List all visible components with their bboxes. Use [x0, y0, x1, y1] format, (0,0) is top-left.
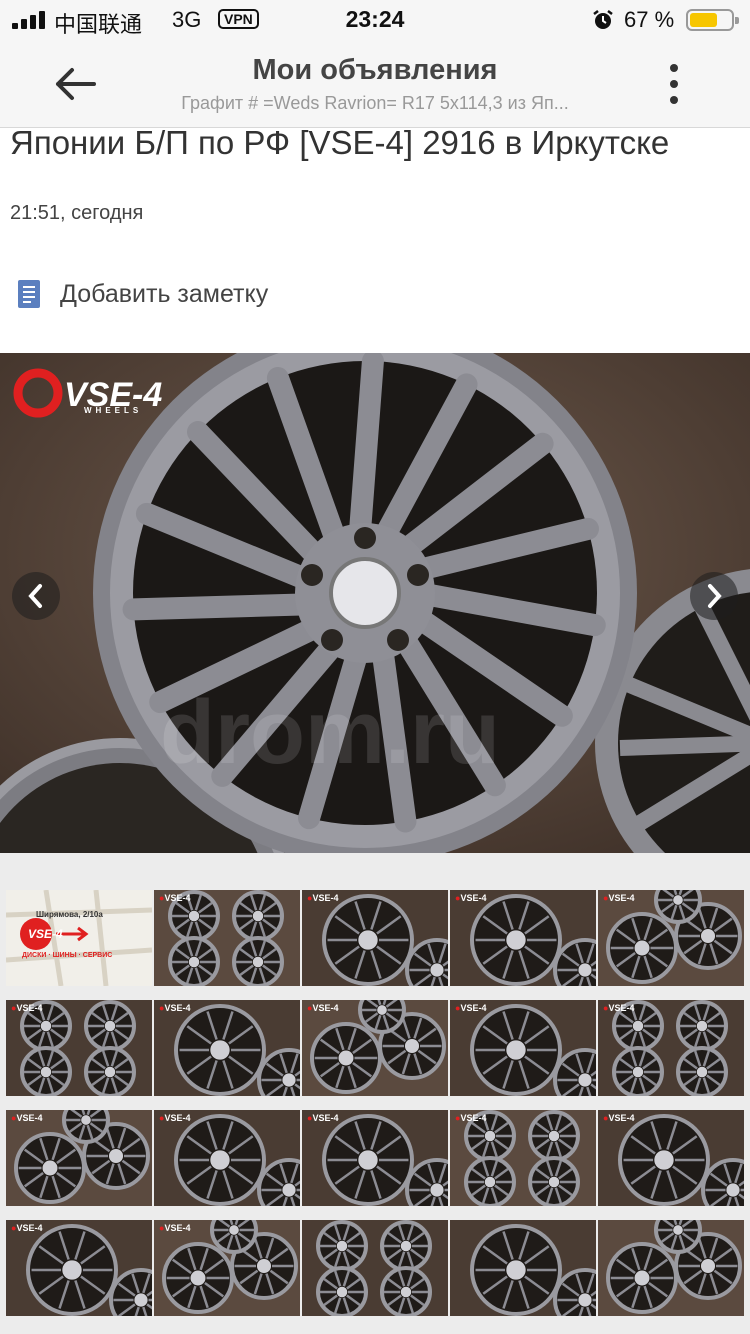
thumbnail-logo: ●VSE-4 — [11, 1003, 43, 1013]
main-photo[interactable]: drom.ru VSE-4 WHEELS — [0, 353, 750, 853]
thumbnail-logo: ●VSE-4 — [455, 1113, 487, 1123]
listing-posted-time: 21:51, сегодня — [10, 202, 144, 224]
alarm-clock-icon — [593, 10, 613, 29]
chevron-left-icon — [28, 584, 42, 608]
gallery-thumbnail[interactable]: ●VSE-4 — [6, 1220, 152, 1316]
page-subtitle: Графит # =Weds Ravrion= R17 5x114,3 из Я… — [181, 93, 569, 113]
status-bar: 中国联通 3G VPN 23:24 67 % — [0, 0, 750, 40]
map-caption: ДИСКИ · ШИНЫ · СЕРВИС — [22, 952, 113, 959]
gallery-thumbnail[interactable]: ●VSE-4 — [302, 890, 448, 986]
gallery-thumbnail[interactable]: ●VSE-4 — [302, 1110, 448, 1206]
svg-text:WHEELS: WHEELS — [84, 406, 142, 415]
thumbnail-logo: ●VSE-4 — [455, 1003, 487, 1013]
page-title: Мои объявления — [252, 54, 498, 86]
next-photo-button[interactable] — [690, 572, 738, 620]
add-note-label: Добавить заметку — [60, 279, 269, 308]
gallery-thumbnail[interactable]: ●VSE-4 — [450, 1000, 596, 1096]
map-logo: VSE-4 — [28, 927, 63, 941]
thumbnail-logo: ●VSE-4 — [11, 1113, 43, 1123]
note-icon — [18, 280, 40, 308]
gallery-thumbnail[interactable] — [450, 1220, 596, 1316]
gallery-thumbnail[interactable]: ●VSE-4 — [598, 1000, 744, 1096]
chevron-right-icon — [708, 584, 722, 608]
thumbnail-logo: ●VSE-4 — [159, 1223, 191, 1233]
listing-title: Японии Б/П по РФ [VSE-4] 2916 в Иркутске — [10, 124, 670, 161]
gallery-thumbnail[interactable]: ●VSE-4 — [154, 1110, 300, 1206]
gallery-thumbnail[interactable]: ●VSE-4 — [154, 1220, 300, 1316]
arrow-left-icon[interactable] — [48, 62, 104, 106]
thumbnail-logo: ●VSE-4 — [603, 893, 635, 903]
thumbnail-logo: ●VSE-4 — [159, 893, 191, 903]
map-street-label: Ширямова, 2/10а — [36, 910, 103, 919]
gallery-thumbnail[interactable] — [598, 1220, 744, 1316]
thumbnail-logo: ●VSE-4 — [11, 1223, 43, 1233]
gallery-thumbnail[interactable]: ●VSE-4 — [6, 1110, 152, 1206]
gallery-thumbnail[interactable]: ●VSE-4 — [154, 890, 300, 986]
thumbnail-logo: ●VSE-4 — [307, 893, 339, 903]
gallery-thumbnail[interactable]: ●VSE-4 — [154, 1000, 300, 1096]
add-note-button[interactable]: Добавить заметку — [16, 276, 268, 312]
app-header: Мои объявления Графит # =Weds Ravrion= R… — [0, 40, 750, 128]
wheel-spoke — [122, 593, 318, 621]
thumbnail-logo: ●VSE-4 — [159, 1113, 191, 1123]
thumbnail-logo: ●VSE-4 — [307, 1003, 339, 1013]
battery-level — [690, 13, 717, 27]
more-vertical-icon[interactable] — [664, 64, 684, 104]
thumbnail-logo: ●VSE-4 — [603, 1003, 635, 1013]
thumbnail-logo: ●VSE-4 — [455, 893, 487, 903]
thumbnail-logo: ●VSE-4 — [159, 1003, 191, 1013]
gallery-thumbnail[interactable]: ●VSE-4 — [598, 1110, 744, 1206]
battery-icon — [686, 9, 739, 31]
gallery-thumbnail[interactable]: Ширямова, 2/10а VSE-4 ДИСКИ · ШИНЫ · СЕРВИ… — [6, 890, 152, 986]
watermark-text: drom.ru — [160, 683, 500, 783]
battery-percent: 67 % — [624, 7, 675, 32]
gallery-thumbnail[interactable]: ●VSE-4 — [598, 890, 744, 986]
gallery-thumbnail[interactable]: ●VSE-4 — [6, 1000, 152, 1096]
thumbnail-logo: ●VSE-4 — [603, 1113, 635, 1123]
gallery-thumbnail[interactable]: ●VSE-4 — [302, 1000, 448, 1096]
thumbnail-logo: ●VSE-4 — [307, 1113, 339, 1123]
gallery-thumbnail[interactable]: ●VSE-4 — [450, 890, 596, 986]
wheel-spoke — [348, 353, 384, 545]
gallery-thumbnail[interactable]: ●VSE-4 — [450, 1110, 596, 1206]
gallery-thumbnail[interactable] — [302, 1220, 448, 1316]
previous-photo-button[interactable] — [12, 572, 60, 620]
